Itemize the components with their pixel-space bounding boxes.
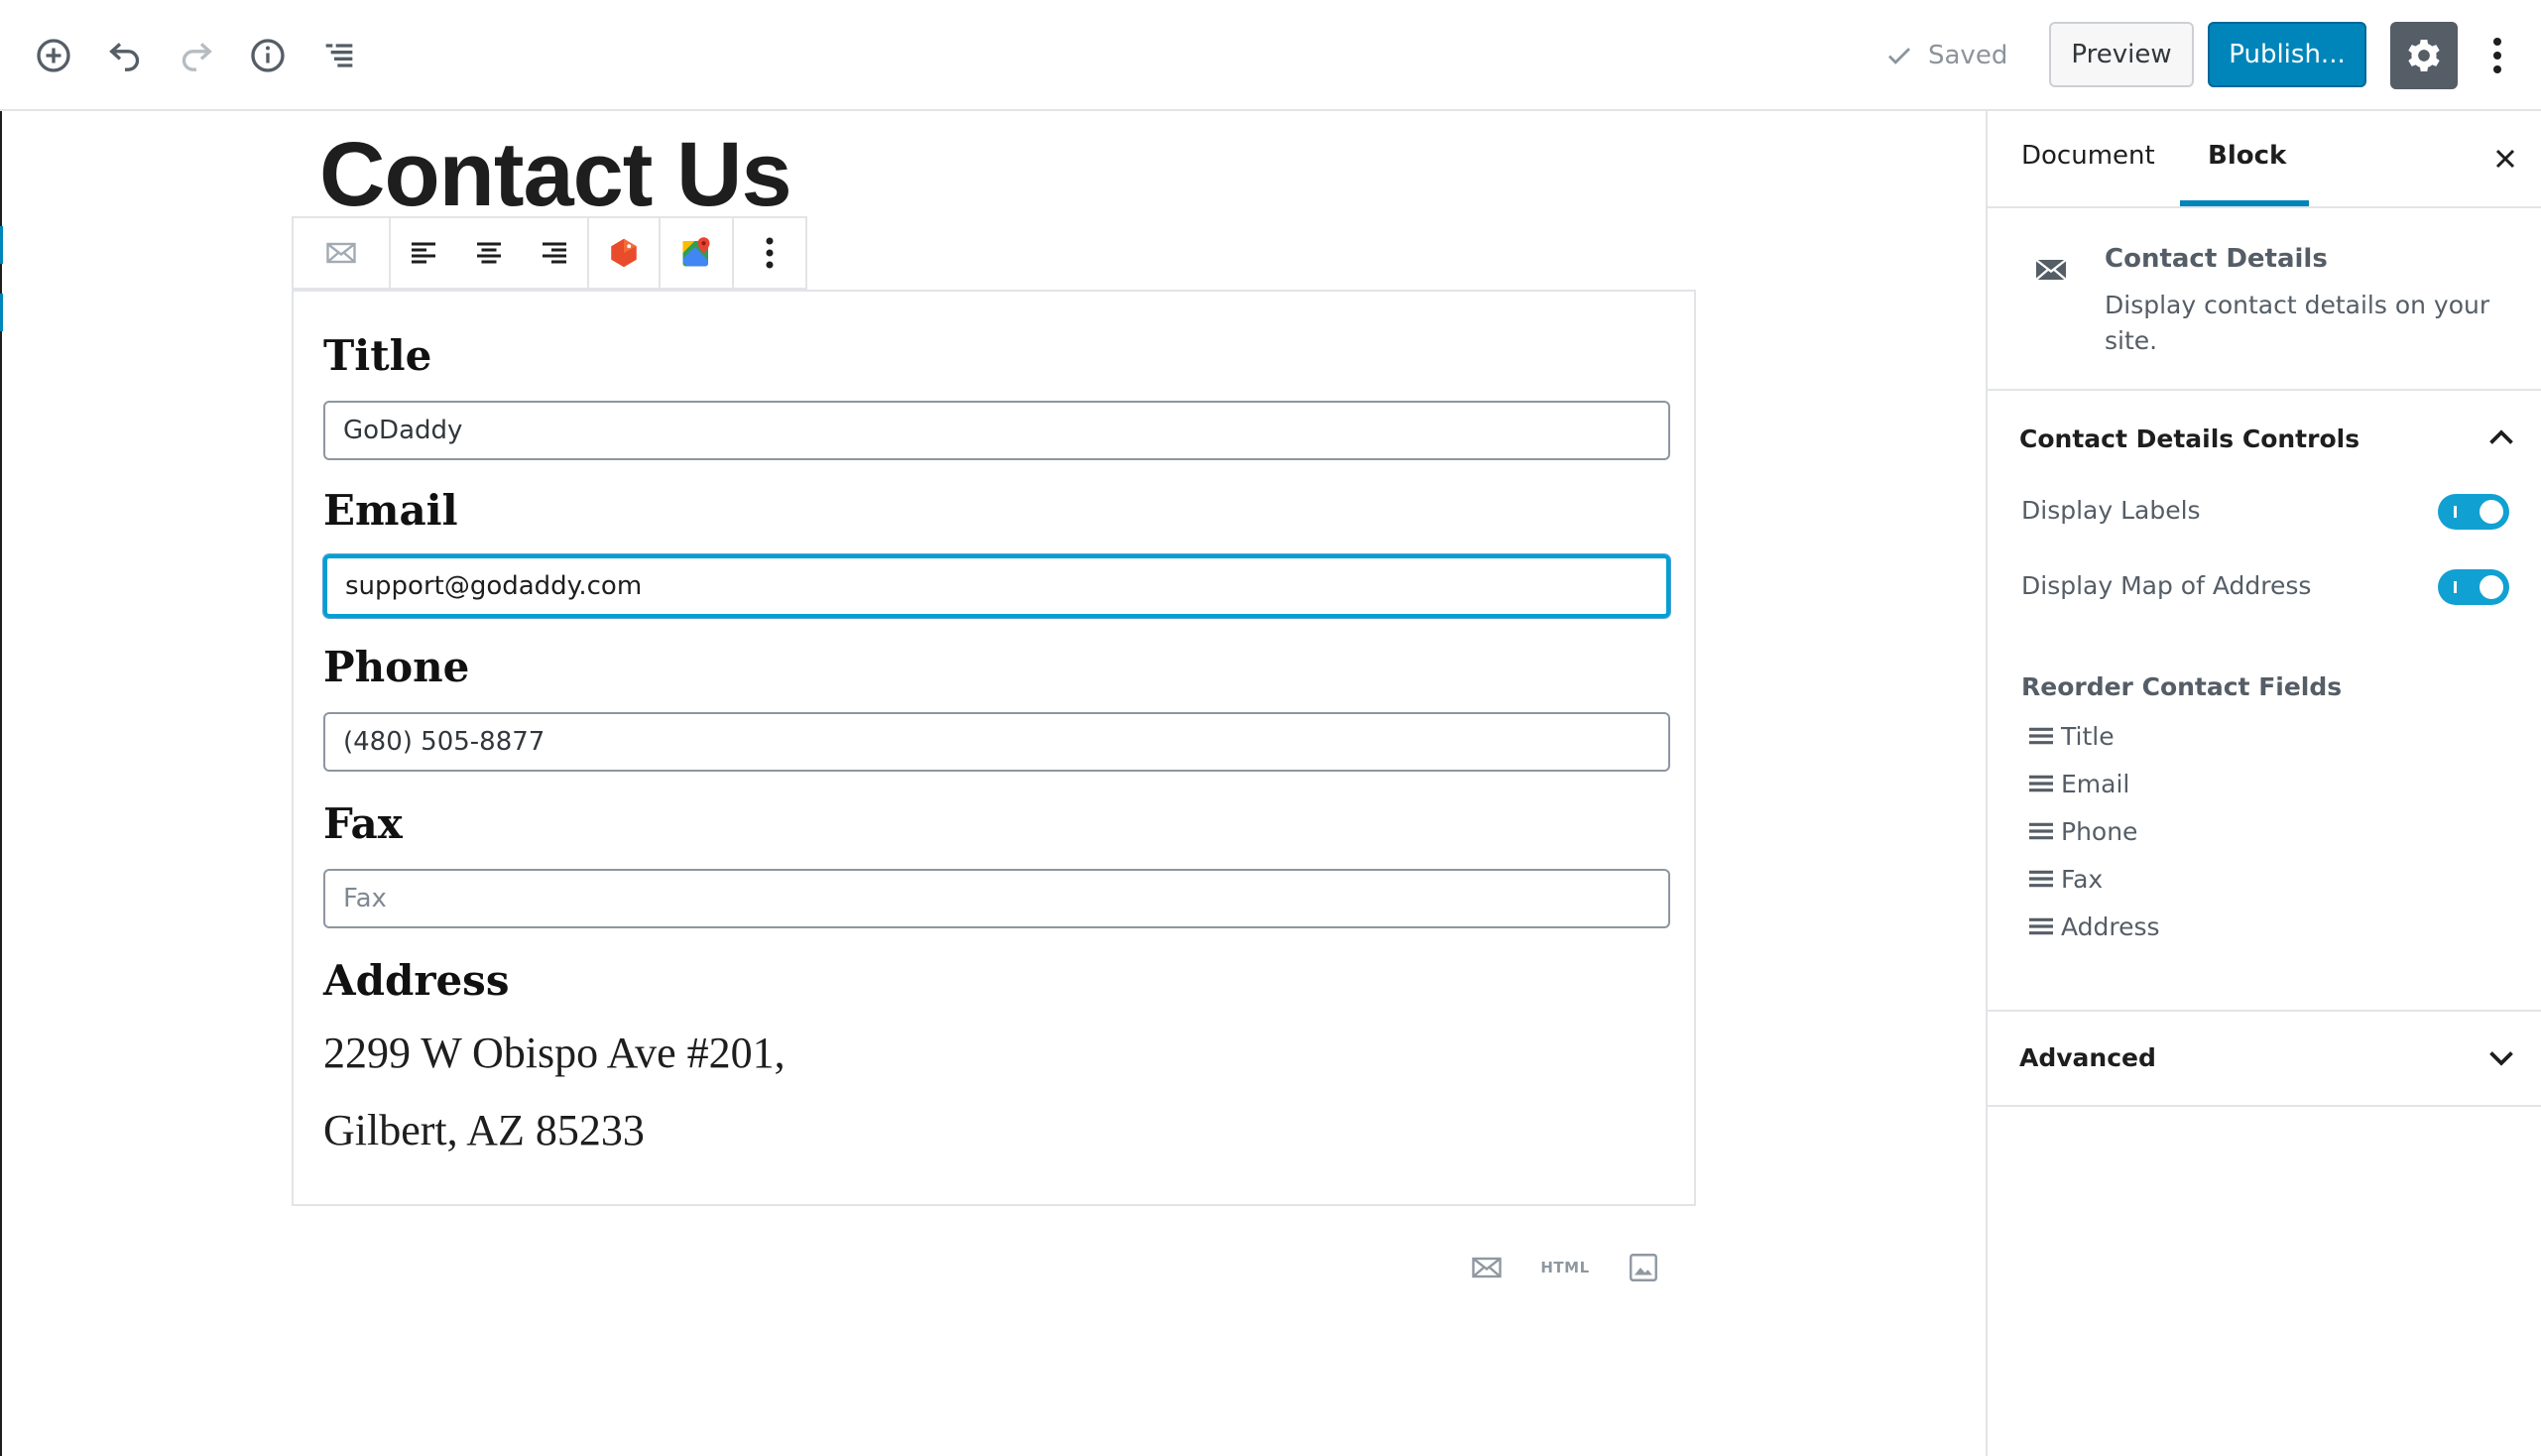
toggle-knob	[2480, 500, 2503, 524]
more-group	[734, 218, 805, 288]
map-icon[interactable]	[661, 218, 732, 288]
toggle-on-indicator	[2454, 506, 2457, 518]
reorder-fields-title: Reorder Contact Fields	[2021, 672, 2343, 701]
phone-label: Phone	[323, 643, 470, 691]
publish-button[interactable]: Publish...	[2208, 22, 2366, 87]
insert-contact-block-button[interactable]	[1466, 1244, 1508, 1291]
more-vertical-icon	[2493, 38, 2501, 73]
display-labels-label: Display Labels	[2021, 496, 2201, 525]
insert-image-block-button[interactable]	[1623, 1244, 1664, 1291]
panel-title: Advanced	[2019, 1043, 2156, 1072]
reorder-item-email[interactable]: Email	[2025, 768, 2129, 799]
page-title[interactable]: Contact Us	[319, 129, 792, 220]
envelope-icon	[1472, 1257, 1502, 1278]
tab-block[interactable]: Block	[2208, 141, 2286, 171]
image-icon	[1630, 1254, 1657, 1281]
toggle-on-indicator	[2454, 581, 2457, 593]
reorder-item-address[interactable]: Address	[2025, 910, 2160, 942]
insert-html-block-button[interactable]: HTML	[1535, 1244, 1595, 1291]
reorder-item-label: Email	[2061, 769, 2130, 798]
display-map-toggle[interactable]	[2438, 569, 2509, 605]
settings-button[interactable]	[2390, 22, 2458, 89]
reorder-item-label: Address	[2061, 911, 2160, 941]
sidebar-tabs: Document Block	[1988, 111, 2541, 208]
block-toolbar	[292, 216, 807, 290]
map-group	[661, 218, 734, 288]
fax-input[interactable]: Fax	[323, 869, 1670, 928]
panel-divider	[1988, 1105, 2541, 1107]
align-center-icon[interactable]	[456, 218, 522, 288]
block-card-description: Display contact details on your site.	[2105, 291, 2490, 355]
reorder-item-fax[interactable]: Fax	[2025, 863, 2103, 895]
tab-document[interactable]: Document	[2021, 141, 2155, 171]
phone-input[interactable]: (480) 505-8877	[323, 712, 1670, 772]
checkmark-icon	[1888, 48, 1910, 64]
html-label: HTML	[1540, 1259, 1590, 1276]
more-options-button[interactable]	[2474, 28, 2521, 83]
display-labels-toggle[interactable]	[2438, 494, 2509, 530]
address-line-2[interactable]: Gilbert, AZ 85233	[323, 1105, 645, 1155]
redo-icon[interactable]	[169, 28, 224, 83]
align-left-icon[interactable]	[391, 218, 456, 288]
edge-marker	[0, 226, 3, 264]
drag-handle-icon	[2029, 727, 2053, 745]
info-icon[interactable]	[240, 28, 296, 83]
address-line-1[interactable]: 2299 W Obispo Ave #201,	[323, 1028, 786, 1078]
tag-group	[589, 218, 661, 288]
toggle-knob	[2480, 575, 2503, 599]
reorder-item-phone[interactable]: Phone	[2025, 815, 2137, 847]
chevron-down-icon	[2489, 1051, 2513, 1066]
advanced-panel-toggle[interactable]: Advanced	[1988, 1012, 2541, 1105]
edge-marker	[0, 294, 3, 331]
envelope-icon[interactable]	[294, 218, 389, 288]
preview-button[interactable]: Preview	[2049, 22, 2194, 87]
undo-icon[interactable]	[97, 28, 153, 83]
editor-header: Saved Preview Publish...	[0, 0, 2541, 111]
contact-details-block[interactable]: Title GoDaddy Email support@godaddy.com …	[292, 290, 1696, 1206]
more-vertical-icon[interactable]	[734, 218, 805, 288]
drag-handle-icon	[2029, 822, 2053, 840]
email-label: Email	[323, 486, 458, 535]
contact-details-controls-toggle[interactable]: Contact Details Controls	[1988, 393, 2541, 486]
outline-icon[interactable]	[311, 28, 367, 83]
fax-label: Fax	[323, 799, 403, 848]
reorder-item-label: Fax	[2061, 864, 2104, 894]
tag-icon[interactable]	[589, 218, 659, 288]
add-block-icon[interactable]	[26, 28, 81, 83]
close-sidebar-button[interactable]	[2485, 139, 2525, 179]
close-icon	[2495, 149, 2515, 169]
reorder-item-title[interactable]: Title	[2025, 720, 2115, 752]
saved-label: Saved	[1928, 41, 2008, 70]
display-map-label: Display Map of Address	[2021, 571, 2312, 600]
alignment-group	[391, 218, 589, 288]
panel-title: Contact Details Controls	[2019, 425, 2360, 453]
drag-handle-icon	[2029, 917, 2053, 935]
title-label: Title	[323, 331, 432, 380]
block-card-title: Contact Details	[2105, 244, 2328, 274]
email-input[interactable]: support@godaddy.com	[323, 554, 1670, 618]
envelope-icon	[2035, 259, 2067, 281]
title-input[interactable]: GoDaddy	[323, 401, 1670, 460]
block-type-group	[294, 218, 391, 288]
reorder-item-label: Phone	[2061, 816, 2138, 846]
drag-handle-icon	[2029, 870, 2053, 888]
chevron-up-icon	[2489, 429, 2513, 444]
address-label: Address	[323, 956, 510, 1005]
reorder-item-label: Title	[2061, 721, 2115, 751]
saved-status: Saved	[1884, 36, 2007, 75]
drag-handle-icon	[2029, 775, 2053, 792]
settings-sidebar: Document Block Contact Details Display c…	[1986, 111, 2541, 1456]
align-right-icon[interactable]	[522, 218, 587, 288]
gear-icon	[2408, 40, 2440, 71]
active-tab-indicator	[2180, 200, 2309, 206]
